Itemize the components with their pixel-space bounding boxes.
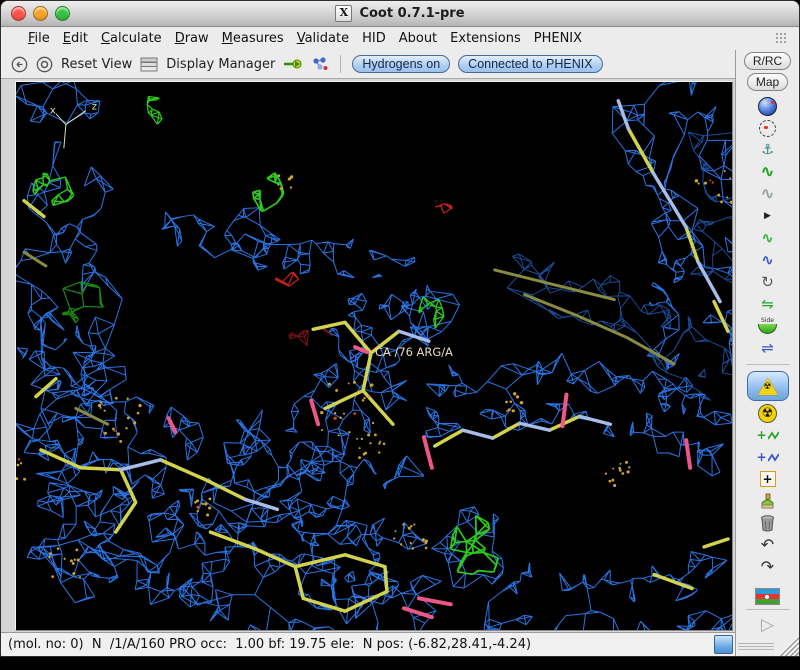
- panel-separator: [745, 609, 790, 610]
- clear-pending-icon[interactable]: [750, 491, 786, 511]
- anchor-atoms-icon[interactable]: ⚓: [750, 140, 786, 160]
- jed-flip-icon[interactable]: ⇌: [750, 338, 786, 358]
- axis-z-label: z: [92, 102, 97, 113]
- menu-draw[interactable]: Draw: [175, 31, 209, 46]
- menubar-grip-icon[interactable]: [775, 32, 787, 44]
- expand-toolbar-icon[interactable]: ▶: [750, 206, 786, 226]
- undo-icon[interactable]: ↶: [750, 535, 786, 555]
- tool-stack: ⚓ ∿ ∿ ▶ ∿ ∿ ↻ ⇋ Side ⇌ ☢ ☢ + + + ↶ ↷: [745, 96, 790, 577]
- status-text: (mol. no: 0) N /1/A/160 PRO occ: 1.00 bf…: [8, 637, 532, 652]
- redo-icon[interactable]: ↷: [750, 557, 786, 577]
- delete-item-icon[interactable]: [750, 513, 786, 533]
- menu-measures[interactable]: Measures: [222, 31, 284, 46]
- status-scroll-box[interactable]: [714, 635, 733, 654]
- place-atom-icon[interactable]: +: [750, 469, 786, 489]
- close-button[interactable]: [11, 6, 26, 21]
- add-alt-conf-icon[interactable]: +: [750, 447, 786, 467]
- reset-view-button[interactable]: Reset View: [61, 57, 132, 72]
- window-title-text: Coot 0.7.1-pre: [359, 6, 465, 21]
- x11-icon: X: [335, 5, 353, 22]
- separator-1: [745, 364, 790, 365]
- zoom-button[interactable]: [55, 6, 70, 21]
- play-outline-icon[interactable]: ▷: [761, 617, 774, 634]
- canvas-frame: x z CA /76 ARG/A: [1, 78, 735, 632]
- panel-grip[interactable]: [738, 643, 774, 652]
- regularize-zone-icon[interactable]: ∿: [750, 184, 786, 204]
- menu-validate[interactable]: Validate: [297, 31, 349, 46]
- window-title: X Coot 0.7.1-pre: [335, 5, 465, 22]
- window-resize-handle[interactable]: [778, 635, 799, 656]
- flag-icon[interactable]: [755, 588, 780, 605]
- menu-bar: File Edit Calculate Draw Measures Validate HID…: [1, 27, 799, 50]
- menu-hid[interactable]: HID: [362, 31, 386, 46]
- traffic-lights: [11, 6, 70, 21]
- recentre-ball-icon[interactable]: [750, 96, 786, 116]
- menu-file[interactable]: File: [28, 31, 50, 46]
- radiation-symbol-icon[interactable]: ☢: [750, 403, 786, 423]
- sidechain-180-icon[interactable]: Side: [750, 316, 786, 336]
- right-tool-panel: R/RC Map ⚓ ∿ ∿ ▶ ∿ ∿ ↻ ⇋ Side ⇌ ☢ ☢ + + + ↶ ↷ ▷: [735, 50, 799, 656]
- axis-x-label: x: [50, 106, 56, 117]
- flip-peptide-icon[interactable]: ⇋: [750, 294, 786, 314]
- rrc-button[interactable]: R/RC: [743, 52, 792, 70]
- display-manager-icon[interactable]: [140, 57, 158, 72]
- title-bar[interactable]: X Coot 0.7.1-pre: [1, 1, 799, 27]
- molecule-fragment-icon[interactable]: [311, 56, 329, 72]
- atom-label: CA /76 ARG/A: [375, 345, 453, 359]
- go-to-atom-icon[interactable]: [283, 57, 303, 71]
- go-to-difference-blob-button[interactable]: ☢: [746, 371, 789, 401]
- main-toolbar: Reset View Display Manager Hydrogens on …: [1, 50, 735, 78]
- coot-window: X Coot 0.7.1-pre File Edit Calculate Draw Me…: [0, 0, 800, 657]
- display-manager-button[interactable]: Display Manager: [166, 57, 275, 72]
- menu-about[interactable]: About: [399, 31, 437, 46]
- minimize-button[interactable]: [33, 6, 48, 21]
- molecular-viewport[interactable]: x z CA /76 ARG/A: [16, 82, 732, 630]
- rotate-translate-icon[interactable]: ↻: [750, 272, 786, 292]
- menu-extensions[interactable]: Extensions: [450, 31, 521, 46]
- record-view-icon[interactable]: [36, 56, 53, 73]
- map-button[interactable]: Map: [746, 73, 789, 91]
- toolbar-separator: [340, 55, 342, 73]
- status-bar: (mol. no: 0) N /1/A/160 PRO occ: 1.00 bf…: [1, 632, 735, 656]
- menu-edit[interactable]: Edit: [63, 31, 88, 46]
- mutate-residue-icon[interactable]: ∿: [750, 250, 786, 270]
- hydrogens-toggle-button[interactable]: Hydrogens on: [352, 55, 451, 73]
- rotation-centre-icon[interactable]: [750, 118, 786, 138]
- back-view-icon[interactable]: [11, 56, 28, 73]
- phenix-connection-button[interactable]: Connected to PHENIX: [458, 55, 603, 73]
- auto-fit-rotamer-icon[interactable]: ∿: [750, 228, 786, 248]
- real-space-refine-icon[interactable]: ∿: [750, 162, 786, 182]
- menu-phenix[interactable]: PHENIX: [534, 31, 582, 46]
- menu-calculate[interactable]: Calculate: [101, 31, 162, 46]
- add-terminal-residue-icon[interactable]: +: [750, 425, 786, 445]
